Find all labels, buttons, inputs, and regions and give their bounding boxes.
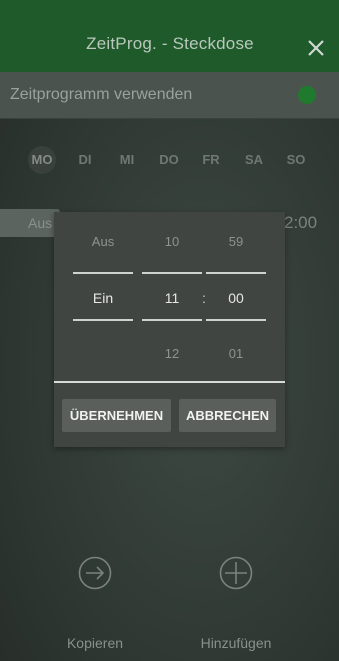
toggle-switch[interactable] (298, 86, 316, 104)
day-fr[interactable]: FR (197, 146, 225, 174)
day-mo[interactable]: MO (28, 146, 56, 174)
mode-prev-value[interactable]: Aus (73, 234, 133, 249)
time-picker-dialog: Aus Ein 10 11 12 : 59 00 01 ÜBERNEHMEN A… (54, 212, 285, 447)
day-do[interactable]: DO (155, 146, 183, 174)
hour-next-value[interactable]: 12 (142, 346, 202, 361)
page-title: ZeitProg. - Steckdose (86, 34, 254, 53)
day-sa[interactable]: SA (240, 146, 268, 174)
apply-button[interactable]: ÜBERNEHMEN (62, 399, 171, 432)
minute-prev-value[interactable]: 59 (206, 234, 266, 249)
app-header: ZeitProg. - Steckdose (0, 0, 339, 72)
hour-prev-value[interactable]: 10 (142, 234, 202, 249)
minute-selection-top-line (206, 272, 266, 274)
day-di[interactable]: DI (71, 146, 99, 174)
day-mi[interactable]: MI (113, 146, 141, 174)
add-label: Hinzufügen (200, 635, 272, 651)
day-so[interactable]: SO (282, 146, 310, 174)
hour-selection-bottom-line (142, 319, 202, 321)
hour-selection-top-line (142, 272, 202, 274)
plus-circle-icon[interactable] (219, 556, 253, 590)
weekday-selector: MO DI MI DO FR SA SO (28, 146, 328, 174)
mode-current-value[interactable]: Ein (73, 290, 133, 306)
mode-selection-bottom-line (73, 319, 133, 321)
hour-current-value[interactable]: 11 (142, 290, 202, 306)
schedule-state-chip[interactable]: Aus (0, 209, 60, 237)
use-timeprogram-row[interactable]: Zeitprogramm verwenden (0, 72, 339, 119)
mode-selection-top-line (73, 272, 133, 274)
schedule-time: 2:00 (284, 213, 318, 232)
close-icon[interactable] (306, 38, 326, 58)
minute-current-value[interactable]: 00 (206, 290, 266, 306)
minute-next-value[interactable]: 01 (206, 346, 266, 361)
dialog-divider (54, 381, 285, 383)
minute-selection-bottom-line (206, 319, 266, 321)
arrow-right-circle-icon[interactable] (78, 556, 112, 590)
cancel-button[interactable]: ABBRECHEN (179, 399, 276, 432)
copy-label: Kopieren (66, 635, 124, 651)
toggle-label: Zeitprogramm verwenden (10, 86, 193, 103)
